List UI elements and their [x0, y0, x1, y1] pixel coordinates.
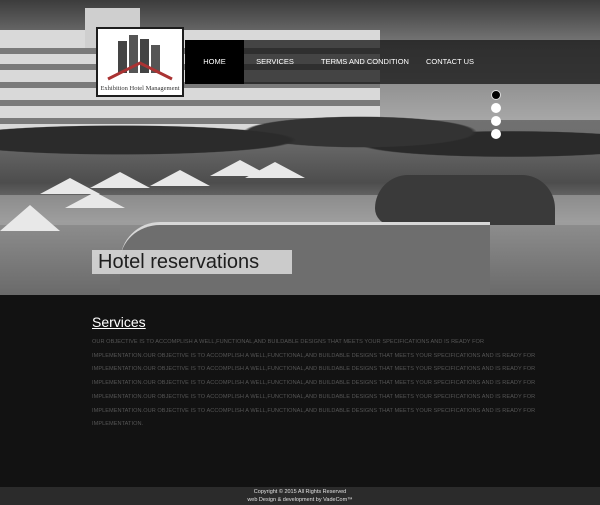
- hero-lawn: [375, 175, 555, 225]
- nav-item-contact-us[interactable]: CONTACT US: [425, 40, 475, 84]
- hero-caption: Hotel reservations: [98, 251, 260, 273]
- hero-caption-box: Hotel reservations: [92, 250, 292, 274]
- logo-company-name: Exhibition Hotel Management: [100, 85, 180, 92]
- nav-item-home[interactable]: HOME: [185, 40, 244, 84]
- footer-copyright: Copyright © 2015 All Rights Reserved: [253, 489, 347, 495]
- main-navigation: HOME SERVICES TERMS AND CONDITION CONTAC…: [185, 40, 600, 84]
- nav-item-services[interactable]: SERVICES: [245, 40, 305, 84]
- slider-dot-2[interactable]: [491, 103, 501, 113]
- footer-credit: web Design & development by VadeCom™: [247, 497, 353, 503]
- footer: Copyright © 2015 All Rights Reserved web…: [0, 487, 600, 505]
- slider-dot-1[interactable]: [491, 90, 501, 100]
- umbrella-graphic: [40, 178, 100, 194]
- slider-dot-3[interactable]: [491, 116, 501, 126]
- nav-item-terms-and-condition[interactable]: TERMS AND CONDITION: [310, 40, 420, 84]
- services-description: OUR OBJECTIVE IS TO ACCOMPLISH A WELL,FU…: [92, 339, 536, 428]
- hotel-buildings-icon: [107, 35, 173, 81]
- hero-palm-trees: [0, 100, 600, 180]
- services-heading: Services: [92, 314, 146, 330]
- site-logo[interactable]: Exhibition Hotel Management: [96, 27, 184, 97]
- slider-dot-4[interactable]: [491, 129, 501, 139]
